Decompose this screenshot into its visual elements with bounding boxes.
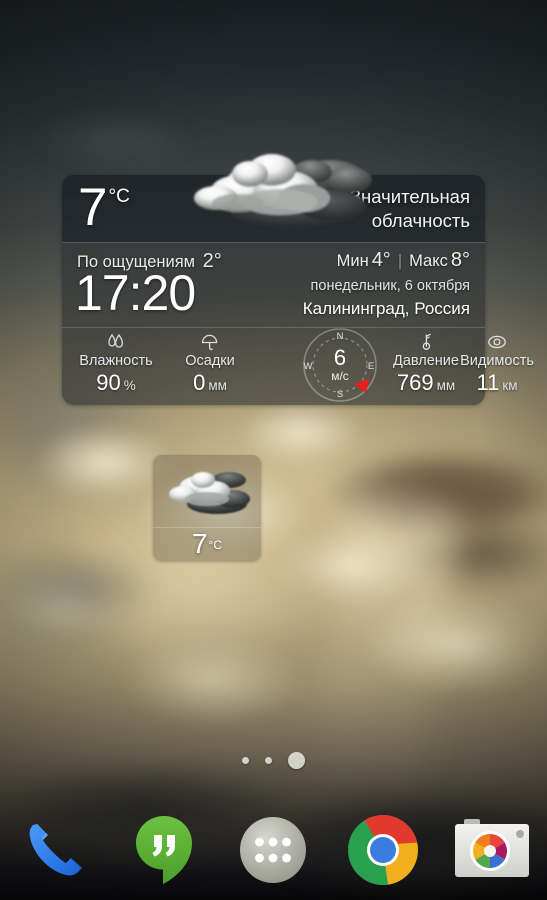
chrome-icon[interactable] — [345, 812, 421, 888]
svg-text:E: E — [368, 361, 374, 372]
metric-precipitation: Осадки 0 мм — [162, 332, 258, 396]
mini-weather-widget[interactable]: 7 °C — [153, 455, 261, 561]
weather-metrics-row: Влажность 90% Осадки 0 мм N S W E 6 м/с … — [62, 324, 534, 406]
clock[interactable]: 17:20 — [75, 268, 196, 318]
location-text: Калининград, Россия — [302, 299, 470, 318]
svg-text:м/с: м/с — [331, 369, 349, 383]
page-indicator — [0, 752, 547, 769]
metric-value: 90% — [96, 370, 136, 395]
svg-text:S: S — [337, 389, 343, 400]
date-text: понедельник, 6 октября — [310, 278, 470, 294]
weather-widget-header[interactable]: 7 °C Значительная облачность — [62, 175, 485, 242]
min-label: Мин — [336, 252, 369, 270]
dock-item-camera[interactable] — [438, 800, 547, 900]
dock-item-chrome[interactable] — [328, 800, 437, 900]
metric-value: 11 км — [476, 370, 518, 395]
page-dot-active[interactable] — [288, 752, 305, 769]
page-dot[interactable] — [242, 757, 249, 764]
hangouts-icon[interactable] — [129, 812, 199, 888]
max-label: Макс — [409, 252, 448, 270]
mini-temperature-unit: °C — [208, 537, 223, 552]
feels-like-value: 2° — [202, 250, 222, 272]
dock-item-hangouts[interactable] — [109, 800, 218, 900]
current-temperature-unit: °C — [108, 186, 130, 207]
current-temperature: 7 °C — [78, 181, 130, 234]
metric-label: Видимость — [460, 353, 534, 369]
metric-visibility: Видимость 11 км — [454, 332, 540, 396]
current-temperature-value: 7 — [78, 178, 108, 237]
svg-text:N: N — [337, 331, 344, 342]
wind-direction-needle — [354, 378, 370, 393]
humidity-droplets-icon — [68, 332, 164, 352]
metric-value: 0 мм — [193, 370, 227, 395]
mini-temperature: 7 °C — [153, 526, 261, 561]
dock-item-app-drawer[interactable] — [219, 800, 328, 900]
min-max-temperature: Мин 4° | Макс 8° — [337, 249, 470, 272]
min-value: 4° — [371, 249, 391, 271]
dock — [0, 800, 547, 900]
phone-icon[interactable] — [18, 813, 92, 887]
metric-humidity: Влажность 90% — [68, 332, 164, 396]
umbrella-precipitation-icon — [162, 332, 258, 352]
svg-text:W: W — [304, 361, 313, 372]
eye-visibility-icon — [454, 332, 540, 352]
weather-widget[interactable]: 7 °C Значительная облачность По ощущения… — [62, 154, 534, 406]
compass-icon: N S W E 6 м/с — [300, 324, 380, 406]
dock-item-phone[interactable] — [0, 800, 109, 900]
svg-text:6: 6 — [334, 345, 346, 370]
metric-label: Влажность — [79, 353, 153, 369]
condition-text: Значительная облачность — [349, 186, 470, 231]
camera-icon[interactable] — [452, 815, 532, 885]
page-dot[interactable] — [265, 757, 272, 764]
app-drawer-icon[interactable] — [236, 813, 310, 887]
max-value: 8° — [450, 249, 470, 271]
separator: | — [397, 252, 403, 270]
metric-label: Осадки — [185, 353, 235, 369]
weather-widget-middle[interactable]: По ощущениям 2° 17:20 Мин 4° | Макс 8° понед… — [62, 242, 485, 327]
cloudy-icon — [161, 463, 253, 525]
mini-temperature-value: 7 — [191, 527, 208, 559]
